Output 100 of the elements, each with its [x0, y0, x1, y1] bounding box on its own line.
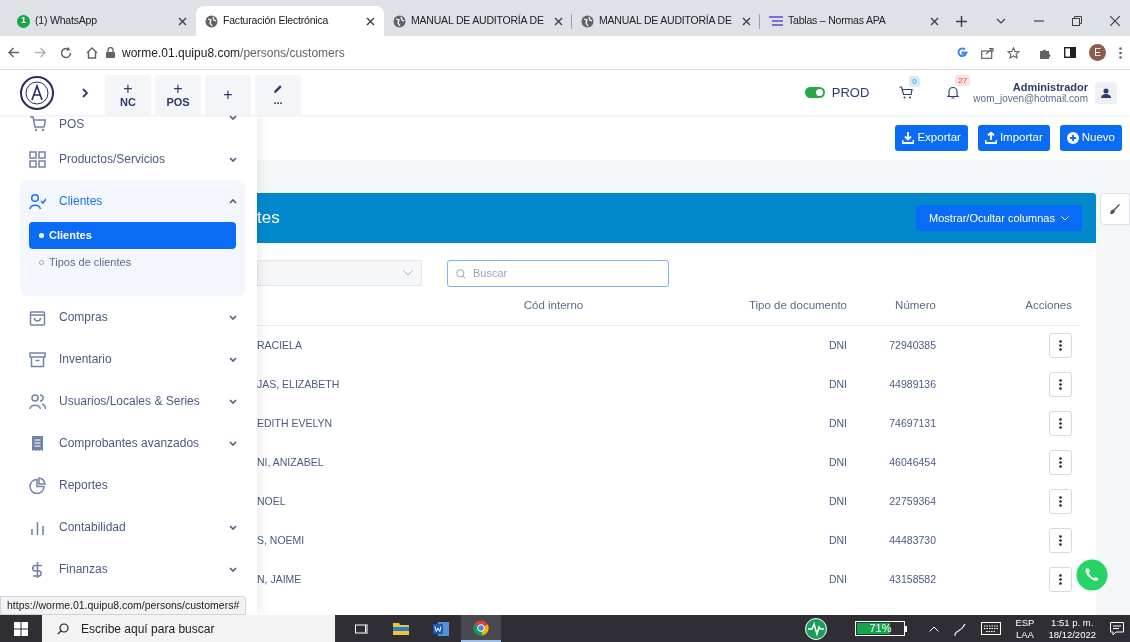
document-app-icon[interactable]	[433, 621, 449, 636]
toolbar-button[interactable]: Nuevo	[1059, 124, 1122, 151]
actions-button[interactable]	[1049, 411, 1072, 436]
chevron-up-icon[interactable]	[929, 625, 940, 632]
table-cell-text: NI, ANIZABEL	[257, 454, 325, 470]
pencil-icon	[273, 84, 283, 94]
chevron-down-icon	[229, 115, 237, 120]
browser-tab[interactable]: Facturación Electrónica	[196, 6, 384, 36]
table-cell-text: DNI	[827, 454, 847, 470]
more-vertical-icon	[1059, 574, 1062, 585]
chevron-down-icon	[229, 398, 237, 404]
actions-button[interactable]	[1049, 450, 1072, 475]
toolbar-button[interactable]: Exportar	[895, 124, 968, 151]
close-icon[interactable]	[1110, 16, 1120, 26]
column-header: Acciones	[1024, 298, 1072, 314]
quick-action-button[interactable]: + POS	[155, 75, 201, 115]
browser-tab[interactable]: MANUAL DE AUDITORÍA DE	[384, 6, 572, 36]
sidebar-item[interactable]: Finanzas	[20, 548, 245, 590]
chevron-down-icon	[1061, 215, 1069, 221]
status-url-tooltip: https://worme.01.quipu8.com/persons/customers#	[0, 596, 247, 615]
user-button[interactable]	[1095, 81, 1117, 104]
actions-button[interactable]	[1049, 372, 1072, 397]
sidebar-item[interactable]: Productos/Servicios	[20, 138, 245, 180]
star-icon[interactable]	[1007, 46, 1020, 59]
chevron-down-icon	[229, 440, 237, 446]
restore-icon[interactable]	[1072, 16, 1082, 26]
new-tab-icon[interactable]	[956, 15, 967, 27]
table-cell-text: 74697131	[888, 415, 936, 431]
close-icon[interactable]	[178, 16, 187, 26]
more-vertical-icon	[1059, 496, 1062, 507]
browser-tab[interactable]: MANUAL DE AUDITORÍA DE	[572, 6, 760, 36]
more-icon[interactable]	[1119, 46, 1122, 59]
folder-icon[interactable]	[393, 622, 409, 635]
quick-action-button[interactable]: +	[205, 75, 251, 115]
actions-button[interactable]	[1049, 528, 1072, 553]
bag-icon	[29, 308, 46, 326]
more-vertical-icon	[1059, 340, 1062, 351]
language-indicator[interactable]: ESP LAA	[1015, 616, 1035, 641]
bell-icon[interactable]	[947, 86, 960, 99]
quick-action-button[interactable]: + NC	[105, 75, 151, 115]
card-title: tes	[257, 207, 280, 230]
quick-action-button[interactable]: ...	[255, 75, 301, 115]
actions-button[interactable]	[1049, 333, 1072, 358]
close-icon[interactable]	[554, 16, 563, 26]
address-bar[interactable]: worme.01.quipu8.com/persons/customers	[106, 39, 943, 66]
sidebar-item[interactable]: Clientes	[20, 180, 245, 222]
table-cell-text: DNI	[827, 415, 847, 431]
browser-tab[interactable]: 1 (1) WhatsApp	[8, 6, 196, 36]
table-cell-text: EDITH EVELYN	[257, 415, 334, 431]
notification-badge: 1	[17, 14, 30, 28]
clock[interactable]: 1:51 p. m. 18/12/2022	[1048, 616, 1096, 641]
columns-dropdown-button[interactable]: Mostrar/Ocultar columnas	[916, 205, 1082, 231]
submenu-item[interactable]: Clientes	[29, 222, 236, 249]
share-icon[interactable]	[981, 46, 994, 59]
tab-title: (1) WhatsApp	[35, 13, 98, 29]
table-cell-text: S, NOEMI	[257, 532, 306, 548]
side-panel-icon[interactable]	[1064, 47, 1076, 58]
search-icon	[456, 268, 466, 279]
activity-monitor-icon[interactable]	[805, 617, 828, 640]
chevron-right-icon[interactable]	[82, 87, 88, 98]
table-cell-text: 72940385	[888, 337, 936, 353]
close-icon[interactable]	[742, 16, 751, 26]
sidebar-item[interactable]: Compras	[20, 296, 245, 338]
tab-title: Tablas – Normas APA	[788, 13, 887, 29]
browser-app-icon[interactable]	[473, 619, 489, 636]
table-cell-text: DNI	[827, 493, 847, 509]
close-icon[interactable]	[930, 16, 939, 26]
cart-icon[interactable]	[899, 86, 914, 99]
archive-icon	[29, 350, 46, 368]
chevron-up-icon	[229, 198, 237, 204]
home-icon[interactable]	[86, 46, 98, 59]
sidebar-item[interactable]: POS	[20, 115, 245, 135]
sidebar-item[interactable]: Reportes	[20, 464, 245, 506]
submenu-item[interactable]: Tipos de clientes	[29, 249, 236, 276]
toolbar-button[interactable]: Importar	[977, 124, 1050, 151]
sidebar-item[interactable]: Usuarios/Locales & Series	[20, 380, 245, 422]
close-icon[interactable]	[366, 16, 375, 26]
pen-icon[interactable]	[953, 621, 968, 636]
customizer-button[interactable]	[1100, 193, 1130, 225]
reload-icon[interactable]	[60, 46, 72, 59]
more-vertical-icon	[1059, 418, 1062, 429]
table-cell-text: NOEL	[257, 493, 287, 509]
search-field[interactable]: Buscar	[447, 259, 669, 287]
chevron-down-icon	[229, 356, 237, 362]
chevron-down-icon[interactable]	[996, 18, 1006, 24]
keyboard-icon[interactable]	[981, 622, 1002, 635]
sidebar-item[interactable]: Contabilidad	[20, 506, 245, 548]
profile-avatar[interactable]: E	[1089, 44, 1106, 61]
browser-tab[interactable]: Tablas – Normas APA	[760, 6, 948, 36]
taskbar-search-field[interactable]: Escribe aquí para buscar	[42, 615, 335, 642]
back-arrow-icon[interactable]	[8, 47, 20, 58]
windows-start-icon[interactable]	[14, 621, 28, 636]
count-badge: 0	[909, 76, 920, 87]
actions-button[interactable]	[1049, 567, 1072, 592]
sidebar-item[interactable]: Comprobantes avanzados	[20, 422, 245, 464]
notification-icon[interactable]	[1110, 621, 1124, 636]
environment-toggle[interactable]	[804, 87, 825, 98]
task-view-icon[interactable]	[354, 622, 368, 635]
actions-button[interactable]	[1049, 489, 1072, 514]
sidebar-item[interactable]: Inventario	[20, 338, 245, 380]
